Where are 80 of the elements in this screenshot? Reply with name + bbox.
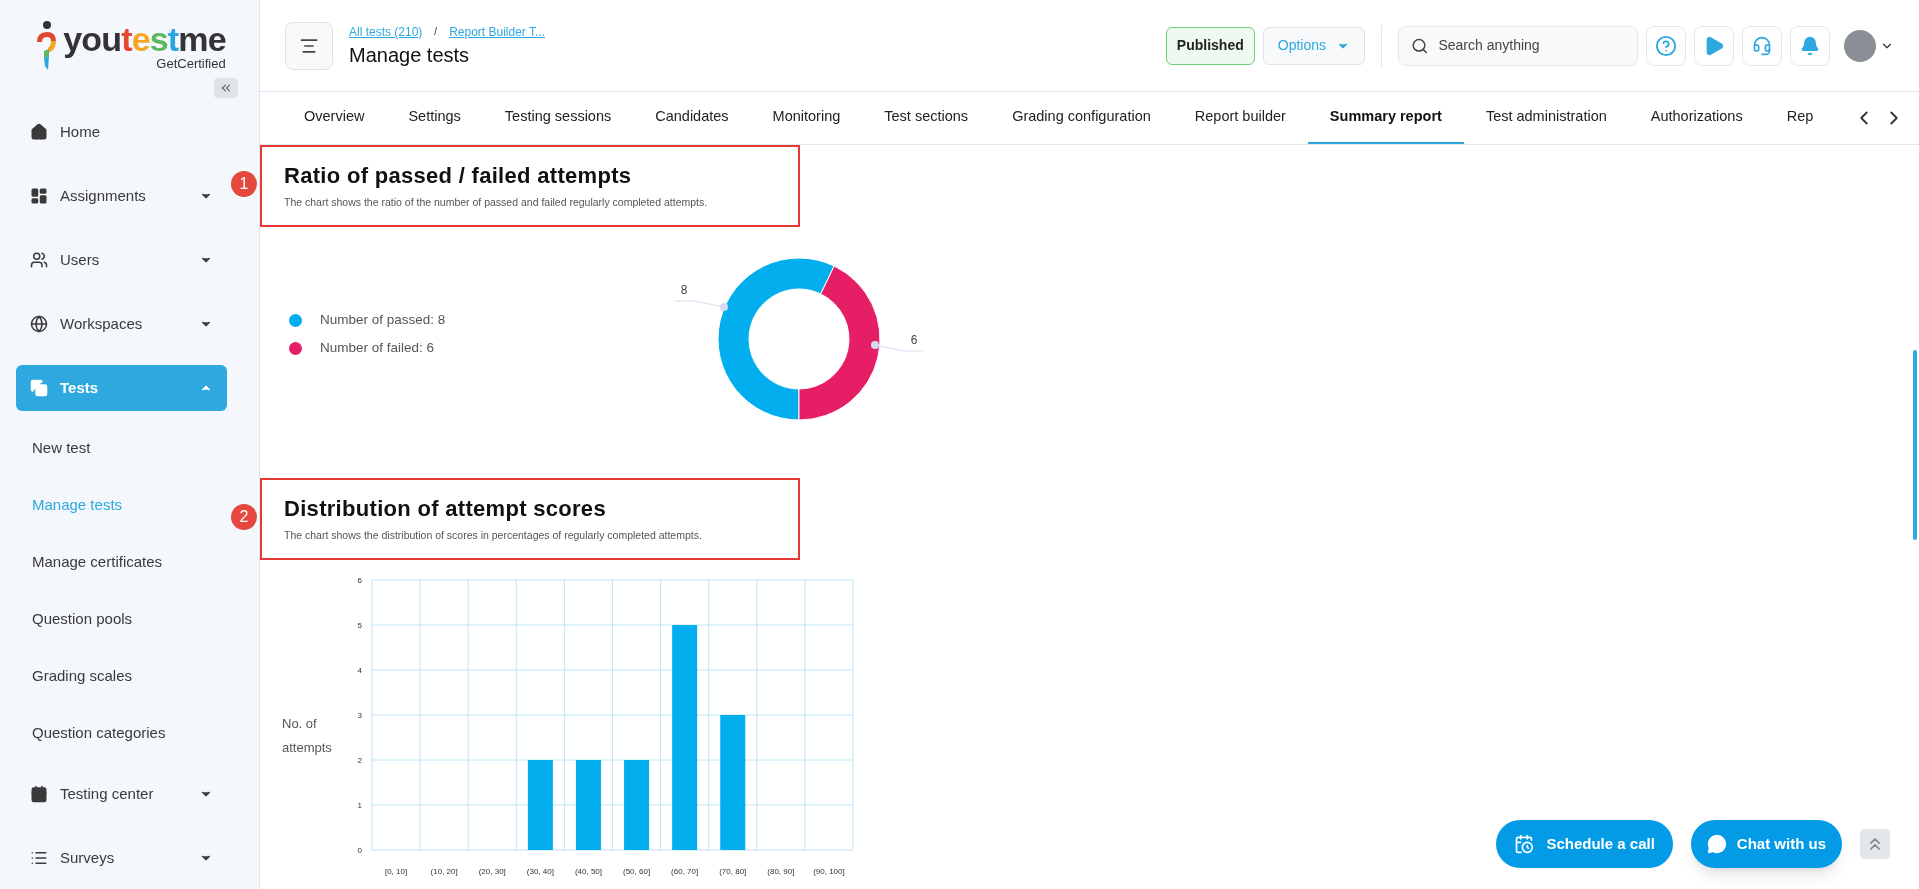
x-tick-label: (30, 40] (526, 866, 554, 876)
scroll-to-top-button[interactable] (1860, 829, 1890, 859)
calendar-clock-icon (1514, 834, 1535, 854)
page-title: Manage tests (349, 42, 471, 68)
x-tick-label: (70, 80] (719, 866, 747, 876)
x-tick-label: (50, 60] (623, 866, 651, 876)
search-input[interactable]: Search anything (1438, 35, 1625, 56)
y-tick-label: 5 (357, 620, 362, 630)
sidebar-item[interactable]: Testing center (16, 771, 227, 817)
help-button[interactable] (1646, 25, 1686, 66)
legend-label: Number of passed: 8 (320, 311, 446, 329)
logo-tagline: GetCertified (156, 57, 226, 71)
notifications-button[interactable] (1790, 25, 1830, 66)
y-tick-label: 1 (357, 800, 362, 810)
collapse-sidebar-button[interactable] (214, 78, 238, 98)
bell-icon (1800, 35, 1820, 56)
home-icon (30, 123, 48, 141)
y-tick-label: 6 (357, 575, 362, 585)
users-icon (30, 251, 48, 269)
support-button[interactable] (1742, 25, 1782, 66)
tab[interactable]: Candidates (633, 92, 751, 144)
x-tick-label: (90, 100] (813, 866, 845, 876)
tab[interactable]: Settings (386, 92, 483, 144)
tab[interactable]: Monitoring (750, 92, 863, 144)
y-axis-title: No. of attempts (282, 715, 332, 755)
sidebar-subitem[interactable]: New test (16, 420, 227, 477)
headset-icon (1752, 35, 1772, 56)
double-chevron-left-icon (219, 81, 233, 95)
sidebar-item[interactable]: Surveys (16, 835, 227, 881)
tab[interactable]: Summary report (1307, 92, 1464, 144)
y-tick-label: 3 (357, 710, 362, 720)
tab[interactable]: Test sections (862, 92, 991, 144)
dashboard-icon (30, 187, 48, 205)
copies-icon (30, 379, 48, 397)
tab[interactable]: Testing sessions (482, 92, 634, 144)
x-tick-label: (20, 30] (478, 866, 506, 876)
data-label: 6 (910, 332, 918, 347)
y-tick-label: 0 (357, 845, 362, 855)
help-icon (1655, 34, 1677, 57)
x-tick-label: (60, 70] (671, 866, 699, 876)
sidebar-item[interactable]: Users (16, 237, 227, 283)
legend-label: Number of failed: 6 (320, 339, 435, 358)
data-label: 8 (680, 282, 688, 297)
tab[interactable]: Overview (282, 92, 387, 144)
tab[interactable]: Test administration (1463, 92, 1629, 144)
user-menu[interactable] (1844, 29, 1894, 62)
y-tick-label: 2 (357, 755, 362, 765)
leader-line (674, 300, 728, 311)
breadcrumb-separator: / (434, 25, 438, 39)
play-button[interactable] (1694, 25, 1734, 66)
menu-button[interactable] (285, 21, 333, 70)
x-tick-label: [0, 10] (384, 866, 408, 876)
y-tick-label: 4 (357, 665, 362, 675)
x-tick-label: (80, 90] (767, 866, 795, 876)
section-description: The chart shows the distribution of scores in percentages of regularly completed attempts. (284, 527, 703, 543)
search-field[interactable]: Search anything (1398, 25, 1638, 66)
status-badge: Published (1165, 26, 1255, 65)
logo-wordmark: youtestme (63, 21, 226, 57)
sidebar-subitem[interactable]: Grading scales (16, 648, 227, 705)
tab[interactable]: Grading configuration (990, 92, 1173, 144)
x-tick-label: (40, 50] (574, 866, 602, 876)
chat-bubble-icon (1706, 834, 1727, 854)
tab[interactable]: Authorizations (1628, 92, 1765, 144)
section-title: Distribution of attempt scores (284, 494, 607, 523)
sidebar-item[interactable]: Workspaces (16, 301, 227, 347)
sidebar-item[interactable]: Assignments (16, 173, 227, 219)
section-title: Ratio of passed / failed attempts (284, 162, 633, 190)
avatar (1844, 29, 1876, 62)
sidebar-subitem[interactable]: Question pools (16, 591, 227, 648)
sidebar-subitem[interactable]: Manage certificates (16, 534, 227, 591)
calendar-icon (30, 785, 48, 803)
sidebar-item[interactable]: Home (16, 109, 227, 155)
x-tick-label: (10, 20] (430, 866, 458, 876)
sidebar-subitem[interactable]: Question categories (16, 705, 227, 762)
section-description: The chart shows the ratio of the number of passed and failed regularly completed attempts. (284, 195, 709, 210)
list-icon (30, 849, 48, 867)
globe-icon (30, 315, 48, 333)
tab[interactable]: Rep (1764, 92, 1836, 144)
scrollbar-thumb[interactable] (1913, 350, 1917, 540)
tab[interactable]: Report builder (1172, 92, 1308, 144)
